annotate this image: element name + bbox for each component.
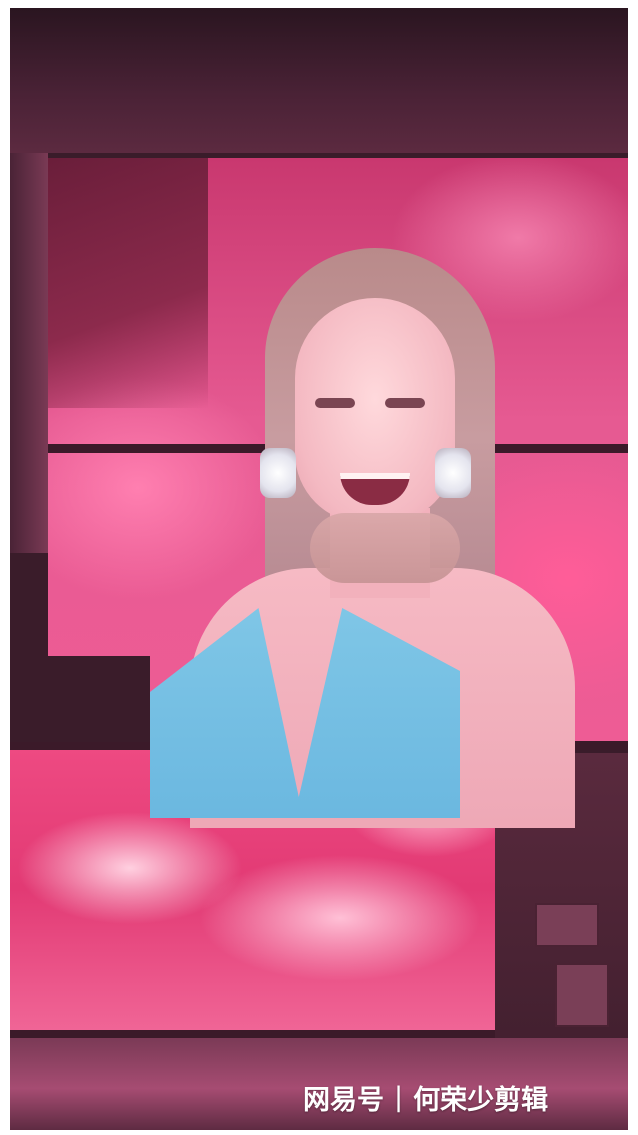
performer-hand xyxy=(310,513,460,583)
earring xyxy=(435,448,471,498)
screen-shadow xyxy=(48,158,208,408)
earring xyxy=(260,448,296,498)
equipment-box xyxy=(555,963,609,1027)
watermark-brand: 网易号 xyxy=(303,1085,384,1116)
concert-photo xyxy=(10,8,628,1130)
performer-eye xyxy=(385,398,425,408)
watermark: 网易号 | 何荣少剪辑 xyxy=(303,1078,548,1117)
stage-equipment xyxy=(10,656,150,742)
stage-ceiling xyxy=(10,8,628,153)
stage-pillar xyxy=(10,153,48,553)
watermark-separator: | xyxy=(394,1082,404,1113)
equipment-box xyxy=(535,903,599,947)
performer-eye xyxy=(315,398,355,408)
watermark-author: 何荣少剪辑 xyxy=(413,1085,549,1116)
